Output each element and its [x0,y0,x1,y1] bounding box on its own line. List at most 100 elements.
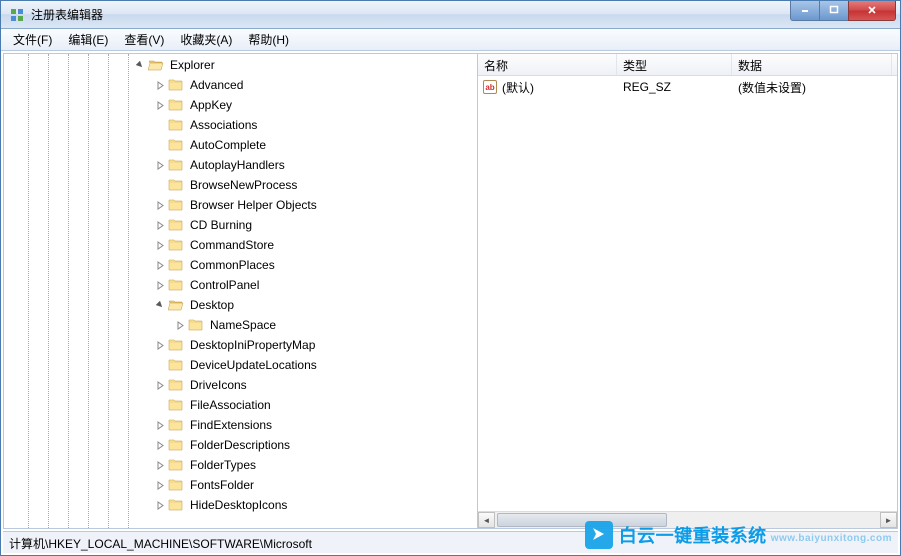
tree-node-label[interactable]: AutoplayHandlers [188,157,287,173]
folder-icon [168,137,184,153]
tree-node-label[interactable]: NameSpace [208,317,278,333]
folder-icon [168,497,184,513]
expand-icon[interactable] [152,477,168,493]
folder-icon [168,117,184,133]
tree-node[interactable]: Associations [4,115,477,135]
tree-node-label[interactable]: Associations [188,117,259,133]
window-controls [791,1,896,21]
minimize-button[interactable] [790,1,820,21]
expand-icon[interactable] [152,377,168,393]
tree-node-label[interactable]: FindExtensions [188,417,274,433]
expand-icon[interactable] [152,277,168,293]
tree-node-label[interactable]: CD Burning [188,217,254,233]
folder-icon [168,237,184,253]
tree-node[interactable]: CommandStore [4,235,477,255]
close-button[interactable] [848,1,896,21]
folder-icon [168,477,184,493]
collapse-icon[interactable] [132,57,148,73]
folder-open-icon [148,57,164,73]
folder-icon [168,257,184,273]
tree-node[interactable]: FindExtensions [4,415,477,435]
tree-node[interactable]: DriveIcons [4,375,477,395]
tree-node[interactable]: CommonPlaces [4,255,477,275]
tree-node-label[interactable]: FontsFolder [188,477,256,493]
content-area: Explorer Advanced AppKey Associations AutoCo… [3,53,898,529]
tree-node[interactable]: DeviceUpdateLocations [4,355,477,375]
tree-node[interactable]: Explorer [4,55,477,75]
tree-node-label[interactable]: AutoComplete [188,137,268,153]
tree-node-label[interactable]: DesktopIniPropertyMap [188,337,317,353]
maximize-button[interactable] [819,1,849,21]
expand-icon[interactable] [152,337,168,353]
titlebar: 注册表编辑器 [1,1,900,29]
column-header-2[interactable]: 数据 [732,54,892,75]
tree-node-label[interactable]: FolderTypes [188,457,258,473]
tree-node[interactable]: Browser Helper Objects [4,195,477,215]
tree-node[interactable]: ControlPanel [4,275,477,295]
tree-node-label[interactable]: Browser Helper Objects [188,197,319,213]
menubar: 文件(F)编辑(E)查看(V)收藏夹(A)帮助(H) [1,29,900,51]
tree-node-label[interactable]: Explorer [168,57,217,73]
watermark-sub: www.baiyunxitong.com [771,533,892,544]
tree-node-label[interactable]: FolderDescriptions [188,437,292,453]
tree-node[interactable]: AutoComplete [4,135,477,155]
status-path: 计算机\HKEY_LOCAL_MACHINE\SOFTWARE\Microsof… [9,537,312,551]
tree-node-label[interactable]: BrowseNewProcess [188,177,299,193]
menu-item-3[interactable]: 收藏夹(A) [172,29,240,50]
tree-node-label[interactable]: CommandStore [188,237,276,253]
tree-node[interactable]: FolderDescriptions [4,435,477,455]
expand-icon[interactable] [152,97,168,113]
expand-icon[interactable] [152,77,168,93]
tree-node-label[interactable]: DriveIcons [188,377,249,393]
expand-icon[interactable] [152,197,168,213]
expand-icon[interactable] [152,417,168,433]
window: 注册表编辑器 文件(F)编辑(E)查看(V)收藏夹(A)帮助(H) Explor… [0,0,901,556]
expand-icon[interactable] [152,237,168,253]
folder-icon [168,417,184,433]
tree-pane[interactable]: Explorer Advanced AppKey Associations AutoCo… [4,54,478,528]
tree-node-label[interactable]: DeviceUpdateLocations [188,357,319,373]
window-title: 注册表编辑器 [31,6,791,23]
tree-node[interactable]: AutoplayHandlers [4,155,477,175]
tree-node[interactable]: AppKey [4,95,477,115]
tree-node[interactable]: NameSpace [4,315,477,335]
tree-node[interactable]: HideDesktopIcons [4,495,477,515]
collapse-icon[interactable] [152,297,168,313]
scroll-left-button[interactable]: ◄ [478,512,495,528]
tree-node[interactable]: FolderTypes [4,455,477,475]
expand-icon[interactable] [152,457,168,473]
tree-node-label[interactable]: HideDesktopIcons [188,497,289,513]
folder-open-icon [168,297,184,313]
menu-item-1[interactable]: 编辑(E) [60,29,116,50]
column-header-1[interactable]: 类型 [617,54,732,75]
expand-icon[interactable] [152,437,168,453]
tree-node[interactable]: BrowseNewProcess [4,175,477,195]
tree-node-label[interactable]: ControlPanel [188,277,261,293]
folder-icon [168,77,184,93]
tree-node-label[interactable]: Advanced [188,77,245,93]
tree-node-label[interactable]: Desktop [188,297,236,313]
list-body[interactable]: ab(默认)REG_SZ(数值未设置) [478,76,897,511]
expand-icon[interactable] [152,157,168,173]
folder-icon [168,157,184,173]
expand-icon[interactable] [152,257,168,273]
column-header-0[interactable]: 名称 [478,54,617,75]
tree-node[interactable]: CD Burning [4,215,477,235]
tree-node-label[interactable]: AppKey [188,97,234,113]
menu-item-0[interactable]: 文件(F) [5,29,60,50]
tree-node[interactable]: FontsFolder [4,475,477,495]
menu-item-2[interactable]: 查看(V) [116,29,172,50]
list-row[interactable]: ab(默认)REG_SZ(数值未设置) [478,78,897,96]
tree-node-label[interactable]: FileAssociation [188,397,273,413]
menu-item-4[interactable]: 帮助(H) [240,29,297,50]
tree-node-label[interactable]: CommonPlaces [188,257,277,273]
tree-node[interactable]: FileAssociation [4,395,477,415]
folder-icon [168,217,184,233]
expand-icon[interactable] [152,497,168,513]
list-header: 名称类型数据 [478,54,897,76]
expand-icon[interactable] [152,217,168,233]
tree-node[interactable]: Desktop [4,295,477,315]
tree-node[interactable]: DesktopIniPropertyMap [4,335,477,355]
expand-icon[interactable] [172,317,188,333]
tree-node[interactable]: Advanced [4,75,477,95]
